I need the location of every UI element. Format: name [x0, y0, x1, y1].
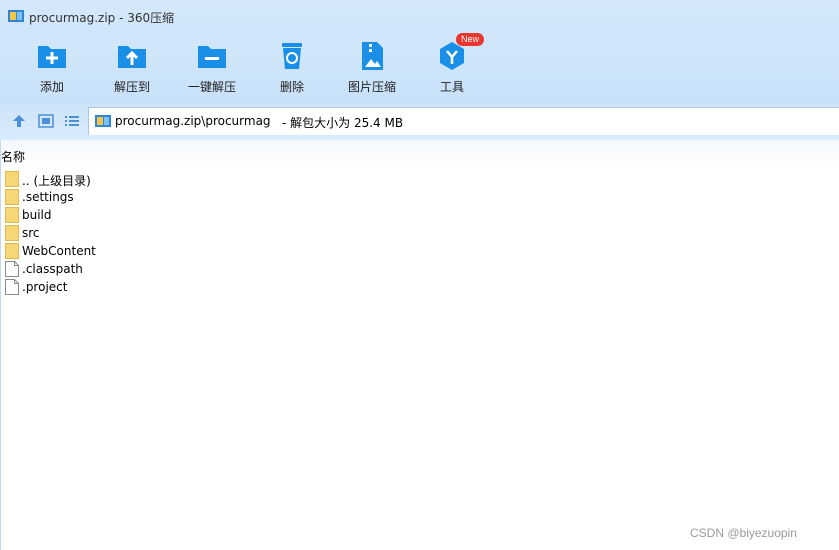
- archive-icon: [95, 115, 111, 127]
- tools-label: 工具: [439, 80, 464, 94]
- title-bar: procurmag.zip - 360压缩: [0, 0, 839, 34]
- one-click-extract-icon: [198, 46, 226, 68]
- list-item-build[interactable]: build: [5, 206, 205, 224]
- file-icon: [5, 279, 19, 295]
- address-bar[interactable]: procurmag.zip\procurmag - 解包大小为 25.4 MB: [88, 107, 839, 135]
- column-name-label: 名称: [1, 150, 26, 164]
- file-name: .settings: [22, 190, 74, 204]
- image-compress-icon: [362, 42, 383, 70]
- folder-icon: [5, 207, 19, 223]
- thumbnail-view-icon[interactable]: [38, 113, 54, 129]
- extract-to-button[interactable]: 解压到: [92, 34, 172, 104]
- file-icon: [5, 261, 19, 277]
- list-item-project[interactable]: .project: [5, 278, 205, 296]
- extract-to-label: 解压到: [113, 80, 150, 94]
- tools-button[interactable]: New 工具: [412, 33, 492, 104]
- delete-label: 删除: [279, 80, 304, 94]
- add-label: 添加: [39, 80, 64, 94]
- address-path: procurmag.zip\procurmag: [115, 114, 271, 128]
- one-click-extract-button[interactable]: 一键解压: [172, 34, 252, 104]
- toolbar: 添加 解压到 一键解压 删除 图片压缩 New 工具: [0, 33, 839, 104]
- unpacked-size-info: - 解包大小为 25.4 MB: [282, 116, 404, 130]
- file-name: .classpath: [22, 262, 83, 276]
- trash-icon: [282, 43, 302, 69]
- list-item-parent-directory[interactable]: .. (上级目录): [5, 170, 205, 188]
- folder-icon: [5, 171, 19, 187]
- list-item-webcontent[interactable]: WebContent: [5, 242, 205, 260]
- file-name: WebContent: [22, 244, 96, 258]
- extract-to-icon: [118, 46, 146, 68]
- folder-icon: [5, 243, 19, 259]
- one-click-extract-label: 一键解压: [187, 80, 236, 94]
- add-button[interactable]: 添加: [12, 34, 92, 104]
- file-name: build: [22, 208, 52, 222]
- list-item-settings[interactable]: .settings: [5, 188, 205, 206]
- up-arrow-icon[interactable]: [11, 113, 27, 129]
- window-title: procurmag.zip - 360压缩: [29, 11, 175, 25]
- delete-button[interactable]: 删除: [252, 34, 332, 104]
- image-compress-label: 图片压缩: [347, 80, 396, 94]
- folder-icon: [5, 225, 19, 241]
- column-header-name[interactable]: 名称: [1, 140, 839, 166]
- file-name: .. (上级目录): [22, 174, 91, 188]
- file-list: 名称 .. (上级目录) .settings build src WebCont…: [0, 140, 839, 550]
- file-name: .project: [22, 280, 68, 294]
- image-compress-button[interactable]: 图片压缩: [332, 34, 412, 104]
- list-view-icon[interactable]: [64, 113, 80, 129]
- new-badge: New: [456, 33, 485, 46]
- archive-app-icon: [8, 10, 24, 22]
- folder-icon: [5, 189, 19, 205]
- watermark: CSDN @biyezuopin: [690, 526, 797, 540]
- add-folder-icon: [38, 46, 66, 68]
- file-name: src: [22, 226, 40, 240]
- list-item-src[interactable]: src: [5, 224, 205, 242]
- list-item-classpath[interactable]: .classpath: [5, 260, 205, 278]
- navigation-bar: procurmag.zip\procurmag - 解包大小为 25.4 MB: [0, 104, 839, 140]
